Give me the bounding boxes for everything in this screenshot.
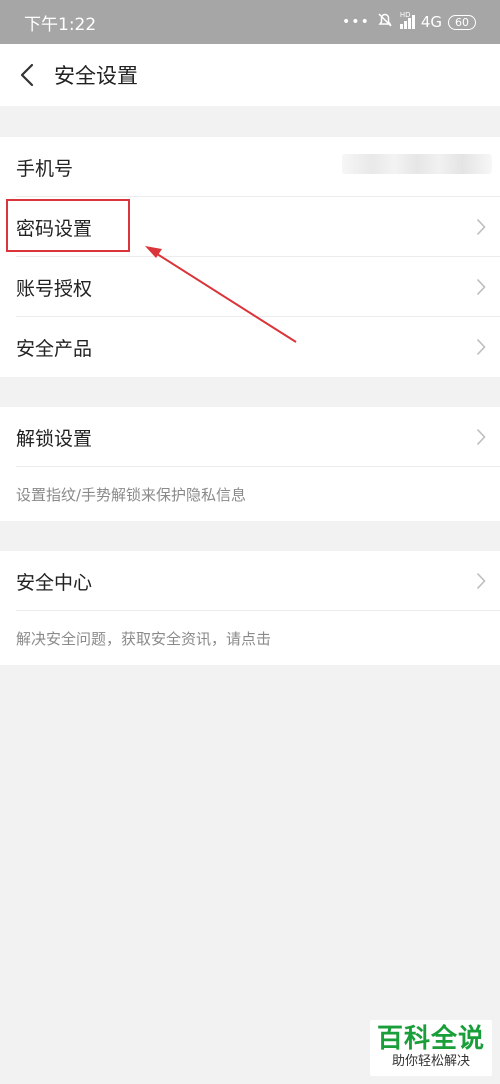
row-label: 安全产品 — [16, 337, 93, 360]
row-label: 账号授权 — [16, 277, 93, 300]
chevron-left-icon — [20, 63, 34, 87]
divider — [16, 610, 500, 611]
unlock-settings-group: 解锁设置 设置指纹/手势解锁来保护隐私信息 — [0, 407, 500, 521]
chevron-right-icon — [476, 338, 486, 356]
security-center-description: 解决安全问题，获取安全资讯，请点击 — [16, 629, 272, 648]
account-authorization-row[interactable]: 账号授权 — [0, 257, 500, 317]
account-settings-group: 手机号 密码设置 账号授权 安全产品 — [0, 137, 500, 377]
chevron-right-icon — [476, 572, 486, 590]
hd-label: HD — [399, 11, 411, 19]
status-time: 下午1:22 — [24, 14, 97, 35]
signal-icon: HD — [399, 11, 415, 29]
row-label: 手机号 — [16, 157, 74, 180]
page-title: 安全设置 — [54, 64, 138, 88]
security-products-row[interactable]: 安全产品 — [0, 317, 500, 377]
back-button[interactable] — [0, 44, 54, 106]
row-label: 解锁设置 — [16, 427, 93, 450]
password-settings-row[interactable]: 密码设置 — [0, 197, 500, 257]
phone-number-row[interactable]: 手机号 — [0, 137, 500, 197]
battery-icon: 60 — [448, 14, 476, 30]
watermark-logo: 百科全说 助你轻松解决 — [370, 1020, 492, 1076]
network-type: 4G — [420, 13, 442, 31]
status-icons: ••• HD 4G 60 — [342, 11, 476, 33]
chevron-right-icon — [476, 218, 486, 236]
watermark-title: 百科全说 — [376, 1024, 485, 1054]
phone-number-value-blurred — [342, 154, 492, 174]
unlock-settings-row[interactable]: 解锁设置 — [0, 407, 500, 467]
security-center-row[interactable]: 安全中心 — [0, 551, 500, 611]
row-label: 密码设置 — [16, 217, 93, 240]
status-bar: 下午1:22 ••• HD 4G 60 — [0, 0, 500, 44]
chevron-right-icon — [476, 428, 486, 446]
page-header: 安全设置 — [0, 44, 500, 106]
watermark-subtitle: 助你轻松解决 — [391, 1054, 470, 1069]
security-center-group: 安全中心 解决安全问题，获取安全资讯，请点击 — [0, 551, 500, 665]
row-label: 安全中心 — [16, 571, 93, 594]
chevron-right-icon — [476, 278, 486, 296]
divider — [16, 466, 500, 467]
more-notifications-icon: ••• — [342, 14, 370, 30]
unlock-settings-description: 设置指纹/手势解锁来保护隐私信息 — [16, 485, 247, 504]
alarm-off-icon — [376, 11, 394, 33]
